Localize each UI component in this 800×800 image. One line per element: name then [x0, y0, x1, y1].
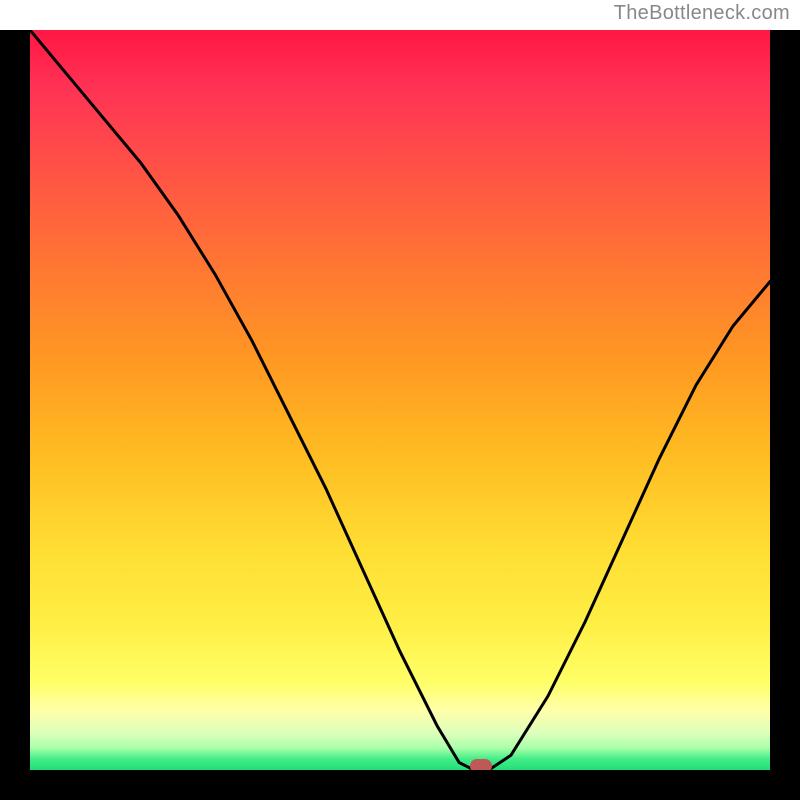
frame-right: [770, 30, 800, 800]
chart-container: TheBottleneck.com: [0, 0, 800, 800]
watermark-text: TheBottleneck.com: [614, 2, 790, 25]
frame-bottom: [0, 770, 800, 800]
plot-area: [30, 30, 770, 770]
frame-left: [0, 30, 30, 800]
curve-svg: [30, 30, 770, 770]
bottleneck-curve: [30, 30, 770, 770]
